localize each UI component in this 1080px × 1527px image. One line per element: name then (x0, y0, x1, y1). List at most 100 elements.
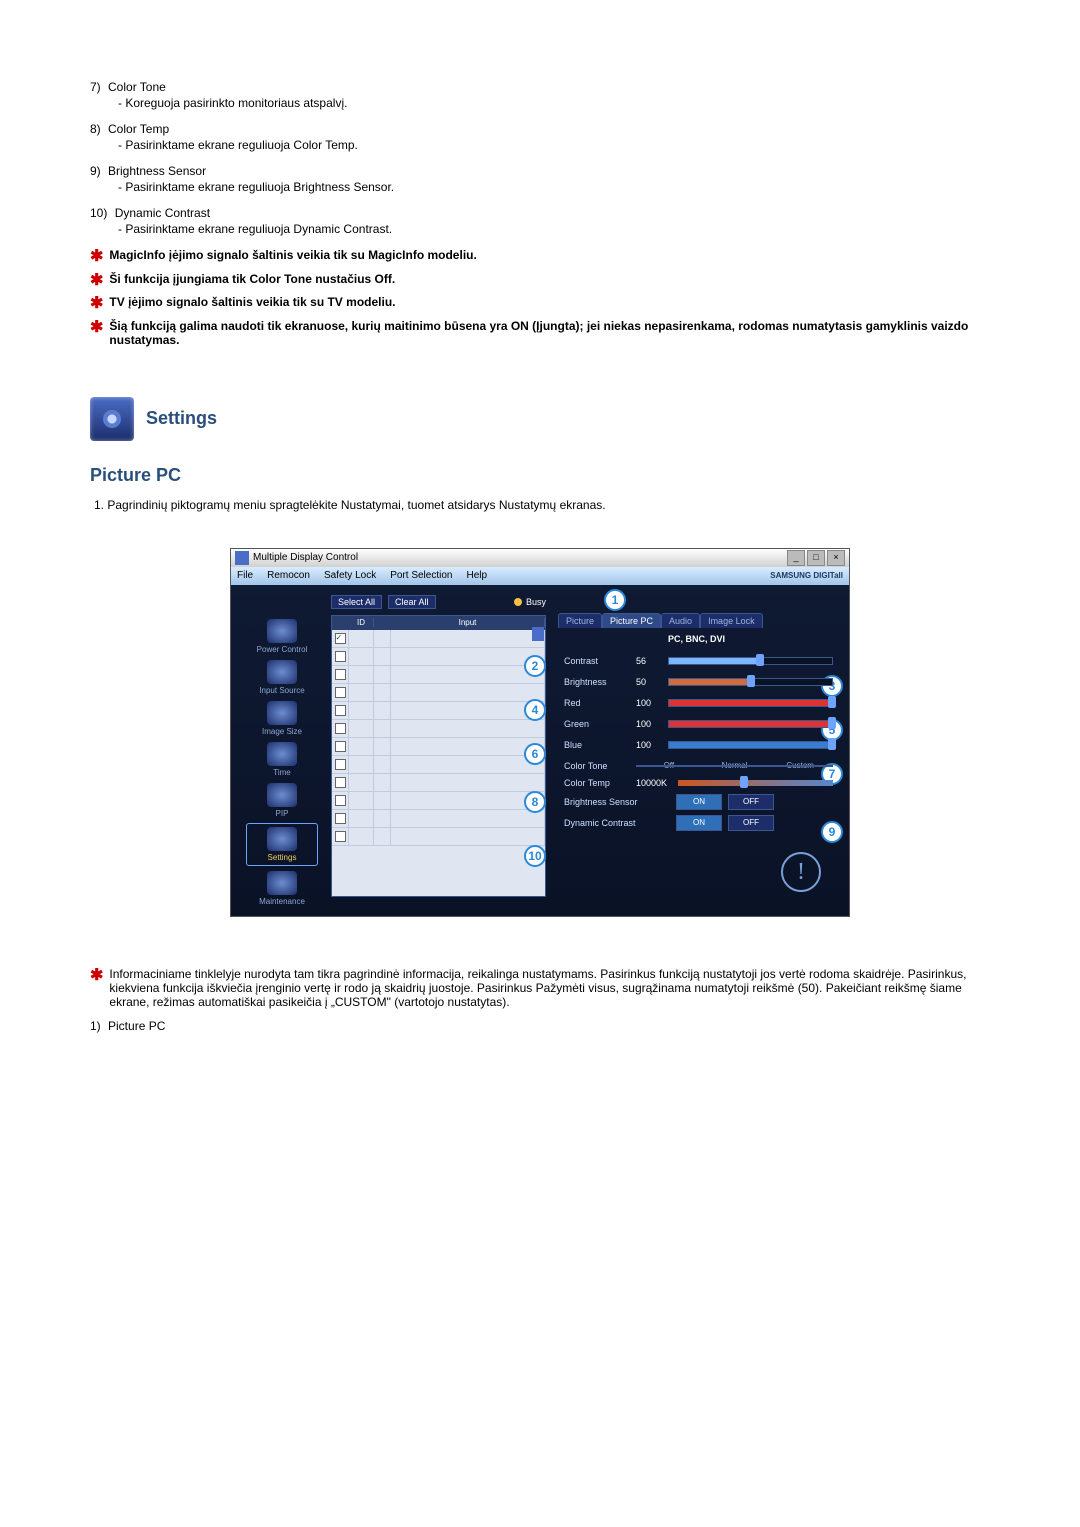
app-window: Multiple Display Control _ □ × File Remo… (230, 548, 850, 917)
scrollbar-thumb[interactable] (532, 627, 544, 641)
dynamic-contrast-off-button[interactable]: OFF (728, 815, 774, 831)
device-grid[interactable]: ID Input (331, 615, 546, 897)
table-row[interactable] (332, 792, 545, 810)
table-row[interactable] (332, 738, 545, 756)
slider-track[interactable] (668, 720, 833, 728)
note-text: Ši funkcija įjungiama tik Color Tone nus… (109, 272, 395, 286)
row-checkbox[interactable] (335, 705, 346, 716)
row-checkbox[interactable] (335, 831, 346, 842)
item-desc: - Pasirinktame ekrane reguliuoja Color T… (118, 138, 990, 152)
sidebar-label: Image Size (247, 727, 317, 736)
menu-port-selection[interactable]: Port Selection (390, 570, 452, 581)
sidebar-item-image-size[interactable]: Image Size (247, 701, 317, 736)
sidebar: Power Control Input Source Image Size Ti… (241, 595, 323, 906)
callout-10: 10 (524, 845, 546, 867)
list-item: 8) Color Temp - Pasirinktame ekrane regu… (90, 122, 990, 152)
table-row[interactable] (332, 630, 545, 648)
select-all-button[interactable]: Select All (331, 595, 382, 609)
row-checkbox[interactable] (335, 813, 346, 824)
row-checkbox[interactable] (335, 795, 346, 806)
star-icon: ✱ (90, 319, 103, 337)
list-item: 7) Color Tone - Koreguoja pasirinkto mon… (90, 80, 990, 110)
settings-title: Settings (146, 408, 217, 429)
maximize-button[interactable]: □ (807, 550, 825, 566)
color-tone-slider[interactable]: Off Normal Custom (636, 759, 833, 773)
sidebar-item-time[interactable]: Time (247, 742, 317, 777)
dynamic-contrast-label: Dynamic Contrast (564, 818, 670, 828)
sidebar-item-maintenance[interactable]: Maintenance (247, 871, 317, 906)
menu-remocon[interactable]: Remocon (267, 570, 310, 581)
tab-image-lock[interactable]: Image Lock (700, 613, 763, 628)
slider-track[interactable] (668, 678, 833, 686)
tab-audio[interactable]: Audio (661, 613, 700, 628)
table-row[interactable] (332, 648, 545, 666)
row-checkbox[interactable] (335, 687, 346, 698)
slider-value: 56 (636, 656, 668, 666)
color-temp-slider[interactable] (678, 780, 833, 786)
menu-file[interactable]: File (237, 570, 253, 581)
section-title: Picture PC (90, 465, 990, 486)
row-checkbox[interactable] (335, 651, 346, 662)
table-row[interactable] (332, 666, 545, 684)
star-icon: ✱ (90, 272, 103, 290)
panel-subheader: PC, BNC, DVI (554, 634, 839, 644)
alert-icon: ! (781, 852, 821, 892)
callout-4: 4 (524, 699, 546, 721)
table-row[interactable] (332, 774, 545, 792)
row-checkbox[interactable] (335, 633, 346, 644)
tab-picture[interactable]: Picture (558, 613, 602, 628)
list-item: 1) Picture PC (90, 1019, 990, 1033)
list-item: 10) Dynamic Contrast - Pasirinktame ekra… (90, 206, 990, 236)
note-text: Informaciniame tinklelyje nurodyta tam t… (109, 967, 990, 1009)
color-tone-label: Color Tone (564, 761, 636, 771)
image-size-icon (267, 701, 297, 725)
row-checkbox[interactable] (335, 741, 346, 752)
clear-all-button[interactable]: Clear All (388, 595, 436, 609)
titlebar: Multiple Display Control _ □ × (231, 549, 849, 567)
row-checkbox[interactable] (335, 723, 346, 734)
slider-label: Brightness (564, 677, 636, 687)
device-grid-panel: Select All Clear All Busy ID Input (331, 595, 546, 906)
slider-value: 100 (636, 719, 668, 729)
sidebar-item-power-control[interactable]: Power Control (247, 619, 317, 654)
table-row[interactable] (332, 810, 545, 828)
sidebar-label: Time (247, 768, 317, 777)
sidebar-item-input-source[interactable]: Input Source (247, 660, 317, 695)
slider-label: Blue (564, 740, 636, 750)
dynamic-contrast-on-button[interactable]: ON (676, 815, 722, 831)
sidebar-item-settings[interactable]: Settings (247, 824, 317, 865)
color-temp-value: 10000K (636, 778, 678, 788)
slider-label: Green (564, 719, 636, 729)
close-button[interactable]: × (827, 550, 845, 566)
table-row[interactable] (332, 684, 545, 702)
callout-2: 2 (524, 655, 546, 677)
item-title: Brightness Sensor (108, 164, 206, 178)
brightness-sensor-on-button[interactable]: ON (676, 794, 722, 810)
callout-8: 8 (524, 791, 546, 813)
brightness-sensor-off-button[interactable]: OFF (728, 794, 774, 810)
sidebar-label: Input Source (247, 686, 317, 695)
sidebar-label: Maintenance (247, 897, 317, 906)
row-checkbox[interactable] (335, 669, 346, 680)
slider-track[interactable] (668, 657, 833, 665)
slider-track[interactable] (668, 699, 833, 707)
sidebar-label: Settings (247, 853, 317, 862)
sidebar-item-pip[interactable]: PIP (247, 783, 317, 818)
table-row[interactable] (332, 702, 545, 720)
menu-safety-lock[interactable]: Safety Lock (324, 570, 376, 581)
row-checkbox[interactable] (335, 777, 346, 788)
table-row[interactable] (332, 828, 545, 846)
maintenance-icon (267, 871, 297, 895)
list-item: 9) Brightness Sensor - Pasirinktame ekra… (90, 164, 990, 194)
item-desc: - Pasirinktame ekrane reguliuoja Brightn… (118, 180, 990, 194)
tab-picture-pc[interactable]: Picture PC (602, 613, 661, 628)
slider-track[interactable] (668, 741, 833, 749)
sidebar-label: Power Control (247, 645, 317, 654)
minimize-button[interactable]: _ (787, 550, 805, 566)
table-row[interactable] (332, 756, 545, 774)
brand-label: SAMSUNG DIGITall (770, 571, 843, 580)
row-checkbox[interactable] (335, 759, 346, 770)
table-row[interactable] (332, 720, 545, 738)
item-number: 8) (90, 122, 101, 136)
menu-help[interactable]: Help (466, 570, 487, 581)
